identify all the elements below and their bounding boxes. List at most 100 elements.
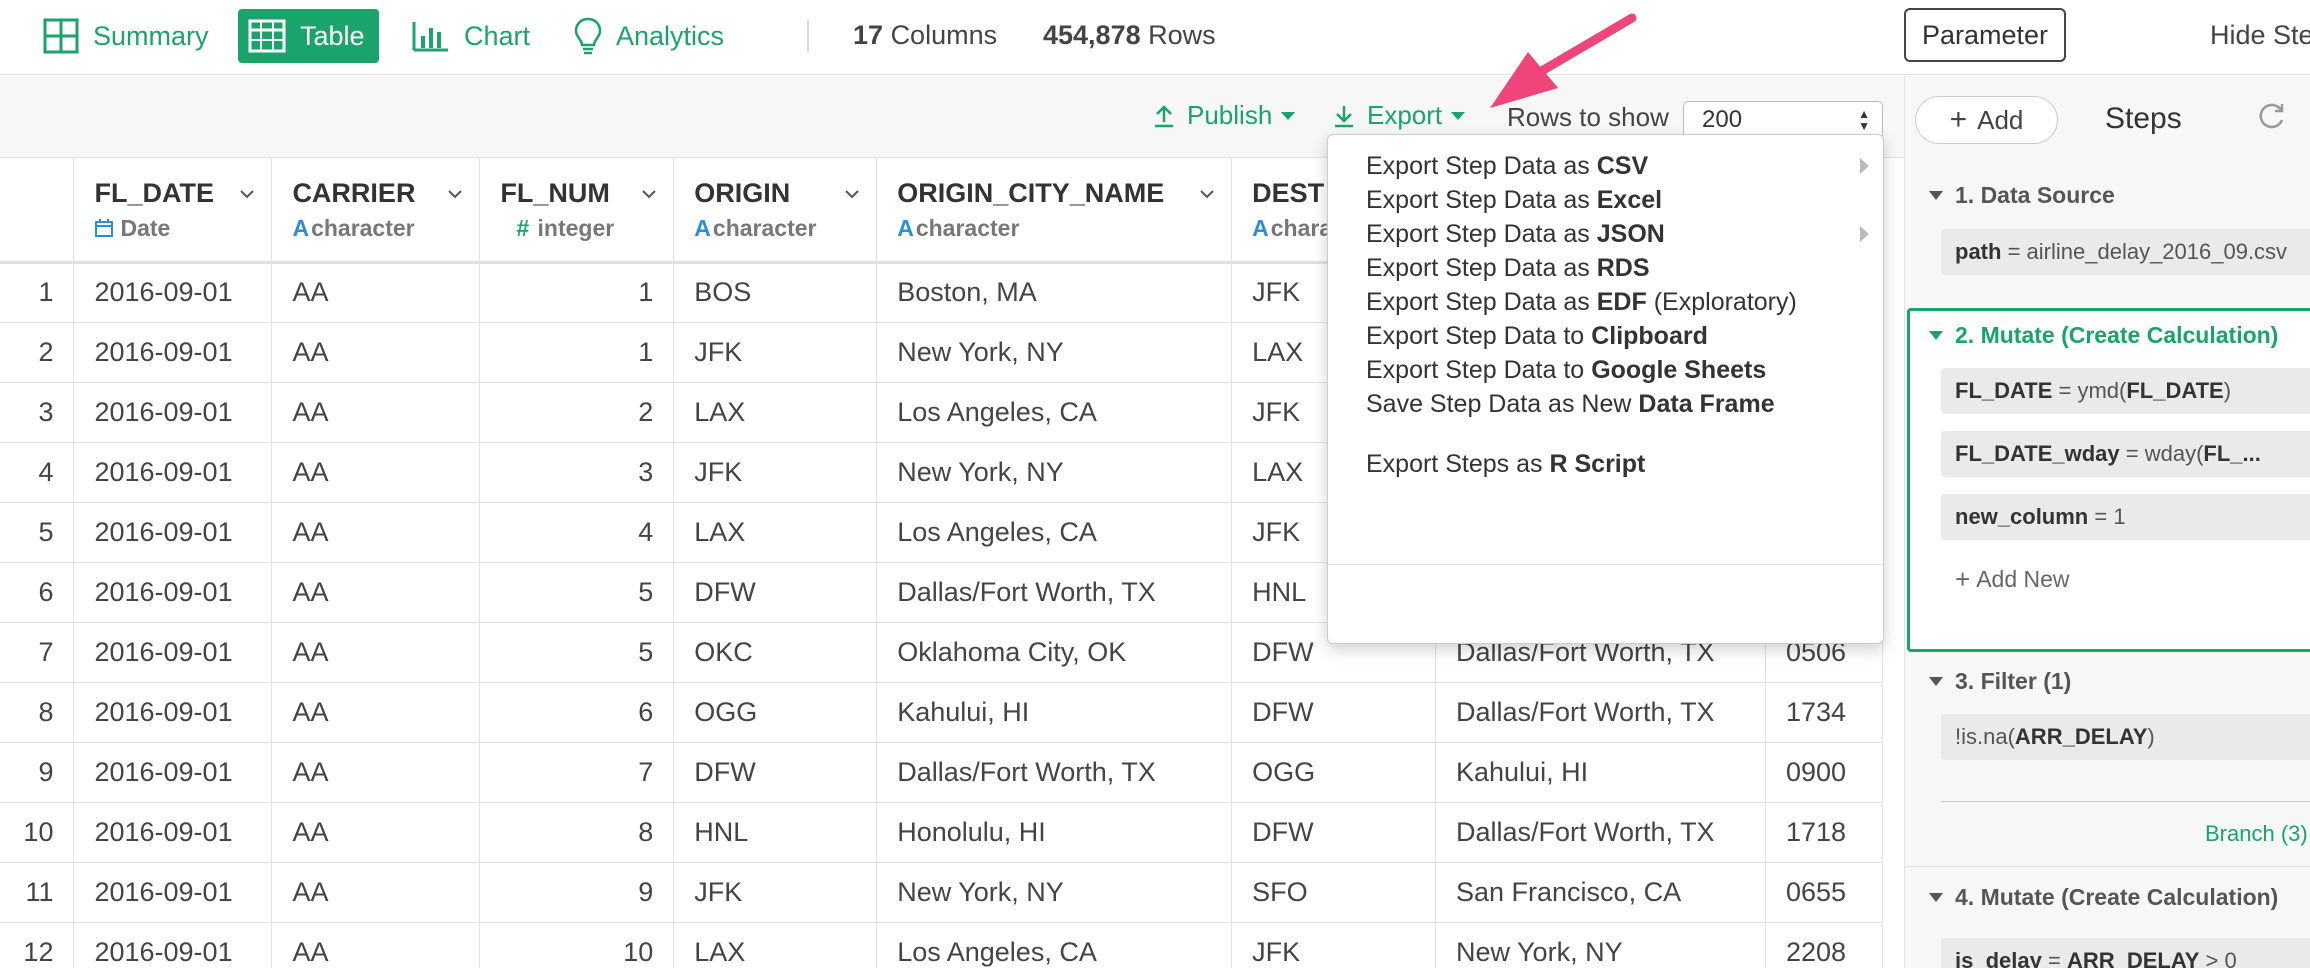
table-cell[interactable]: Dallas/Fort Worth, TX (876, 562, 1233, 623)
table-cell[interactable]: AA (271, 262, 481, 323)
table-cell[interactable]: OGG (673, 682, 878, 743)
export-button[interactable]: Export (1333, 100, 1466, 131)
table-row[interactable]: 8 2016-09-01 AA 6 OGG Kahului, HI DFW Dallas/Fo… (0, 682, 1883, 743)
table-cell[interactable]: 2016-09-01 (73, 322, 273, 383)
table-cell[interactable]: 2016-09-01 (73, 802, 273, 863)
table-cell[interactable]: AA (271, 622, 481, 683)
table-cell[interactable]: 2016-09-01 (73, 442, 273, 503)
table-cell[interactable]: Oklahoma City, OK (876, 622, 1233, 683)
table-cell[interactable]: 2016-09-01 (73, 742, 273, 803)
table-cell[interactable]: SFO (1231, 862, 1436, 923)
parameter-button[interactable]: Parameter (1904, 8, 2066, 62)
chevron-down-icon[interactable] (1199, 186, 1215, 202)
table-cell[interactable]: Dallas/Fort Worth, TX (1435, 802, 1766, 863)
table-cell[interactable]: AA (271, 502, 481, 563)
table-cell[interactable]: Kahului, HI (1435, 742, 1766, 803)
table-cell[interactable]: AA (271, 862, 481, 923)
table-cell[interactable]: 7 (479, 742, 675, 803)
table-cell[interactable]: 5 (479, 622, 675, 683)
step-item-mutate[interactable]: is_delay = ARR_DELAY > 0 (1941, 938, 2310, 968)
column-header[interactable]: FL_NUM # integer (479, 158, 675, 264)
table-cell[interactable]: AA (271, 442, 481, 503)
step-item-path[interactable]: path = airline_delay_2016_09.csv (1941, 229, 2310, 275)
tab-chart[interactable]: Chart (402, 9, 544, 63)
step-item-filter[interactable]: !is.na(ARR_DELAY) (1941, 714, 2310, 760)
table-cell[interactable]: 2016-09-01 (73, 502, 273, 563)
table-cell[interactable]: AA (271, 322, 481, 383)
table-cell[interactable]: BOS (673, 262, 878, 323)
hide-steps-button[interactable]: Hide Steps (2210, 20, 2310, 51)
table-cell[interactable]: DFW (1231, 802, 1436, 863)
table-cell[interactable]: Los Angeles, CA (876, 502, 1233, 563)
table-cell[interactable]: Boston, MA (876, 262, 1233, 323)
table-cell[interactable]: 2016-09-01 (73, 562, 273, 623)
table-cell[interactable]: New York, NY (1435, 922, 1766, 968)
table-cell[interactable]: 1718 (1765, 802, 1883, 863)
table-cell[interactable]: LAX (673, 922, 878, 968)
table-cell[interactable]: New York, NY (876, 442, 1233, 503)
add-step-button[interactable]: + Add (1915, 96, 2058, 144)
table-cell[interactable]: LAX (673, 382, 878, 443)
table-cell[interactable]: 2 (479, 382, 675, 443)
table-cell[interactable]: 1734 (1765, 682, 1883, 743)
table-cell[interactable]: 2016-09-01 (73, 382, 273, 443)
table-cell[interactable]: 8 (479, 802, 675, 863)
column-header[interactable]: ORIGIN_CITY_NAME Acharacter (876, 158, 1233, 264)
table-cell[interactable]: AA (271, 382, 481, 443)
table-cell[interactable]: 0900 (1765, 742, 1883, 803)
table-cell[interactable]: OGG (1231, 742, 1436, 803)
table-cell[interactable]: JFK (673, 862, 878, 923)
chevron-down-icon[interactable] (239, 186, 255, 202)
table-row[interactable]: 12 2016-09-01 AA 10 LAX Los Angeles, CA JFK New… (0, 922, 1883, 968)
table-cell[interactable]: Los Angeles, CA (876, 382, 1233, 443)
table-cell[interactable]: AA (271, 802, 481, 863)
table-cell[interactable]: AA (271, 922, 481, 968)
table-cell[interactable]: HNL (673, 802, 878, 863)
table-cell[interactable]: Los Angeles, CA (876, 922, 1233, 968)
table-cell[interactable]: 2016-09-01 (73, 922, 273, 968)
table-cell[interactable]: San Francisco, CA (1435, 862, 1766, 923)
table-cell[interactable]: DFW (673, 742, 878, 803)
table-cell[interactable]: 6 (479, 682, 675, 743)
table-cell[interactable]: 10 (479, 922, 675, 968)
export-menu-item[interactable]: Export Steps as R Script (1366, 441, 1645, 487)
step-item-mutate[interactable]: FL_DATE = ymd(FL_DATE) (1941, 368, 2310, 414)
table-cell[interactable]: AA (271, 742, 481, 803)
table-cell[interactable]: 0655 (1765, 862, 1883, 923)
table-cell[interactable]: 1 (479, 262, 675, 323)
export-menu-item[interactable]: Save Step Data as New Data Frame (1366, 381, 1775, 427)
table-cell[interactable]: Dallas/Fort Worth, TX (876, 742, 1233, 803)
step-mutate-active[interactable]: 2. Mutate (Create Calculation) (1929, 322, 2278, 349)
table-cell[interactable]: 3 (479, 442, 675, 503)
table-cell[interactable]: DFW (673, 562, 878, 623)
table-cell[interactable]: DFW (1231, 682, 1436, 743)
table-cell[interactable]: 9 (479, 862, 675, 923)
table-cell[interactable]: JFK (1231, 922, 1436, 968)
table-cell[interactable]: OKC (673, 622, 878, 683)
table-cell[interactable]: 2016-09-01 (73, 862, 273, 923)
table-cell[interactable]: AA (271, 562, 481, 623)
step-filter[interactable]: 3. Filter (1) (1929, 668, 2071, 695)
table-cell[interactable]: Kahului, HI (876, 682, 1233, 743)
step-item-mutate[interactable]: FL_DATE_wday = wday(FL_... (1941, 431, 2310, 477)
table-cell[interactable]: Dallas/Fort Worth, TX (1435, 682, 1766, 743)
refresh-icon[interactable] (2255, 100, 2287, 132)
table-cell[interactable]: 2016-09-01 (73, 682, 273, 743)
table-cell[interactable]: JFK (673, 322, 878, 383)
step-mutate-2[interactable]: 4. Mutate (Create Calculation) (1929, 884, 2278, 911)
table-row[interactable]: 10 2016-09-01 AA 8 HNL Honolulu, HI DFW Dallas/… (0, 802, 1883, 863)
tab-summary[interactable]: Summary (33, 9, 223, 63)
column-header[interactable]: FL_DATE Date (73, 158, 273, 264)
table-cell[interactable]: 2016-09-01 (73, 622, 273, 683)
table-row[interactable]: 11 2016-09-01 AA 9 JFK New York, NY SFO San Fra… (0, 862, 1883, 923)
table-cell[interactable]: 2016-09-01 (73, 262, 273, 323)
branch-link[interactable]: Branch (3) (2205, 821, 2308, 847)
table-cell[interactable]: LAX (673, 502, 878, 563)
column-header[interactable]: ORIGIN Acharacter (673, 158, 878, 264)
table-cell[interactable]: Honolulu, HI (876, 802, 1233, 863)
chevron-down-icon[interactable] (641, 186, 657, 202)
chevron-down-icon[interactable] (447, 186, 463, 202)
table-cell[interactable]: 1 (479, 322, 675, 383)
step-data-source[interactable]: 1. Data Source (1929, 182, 2115, 209)
table-cell[interactable]: JFK (673, 442, 878, 503)
